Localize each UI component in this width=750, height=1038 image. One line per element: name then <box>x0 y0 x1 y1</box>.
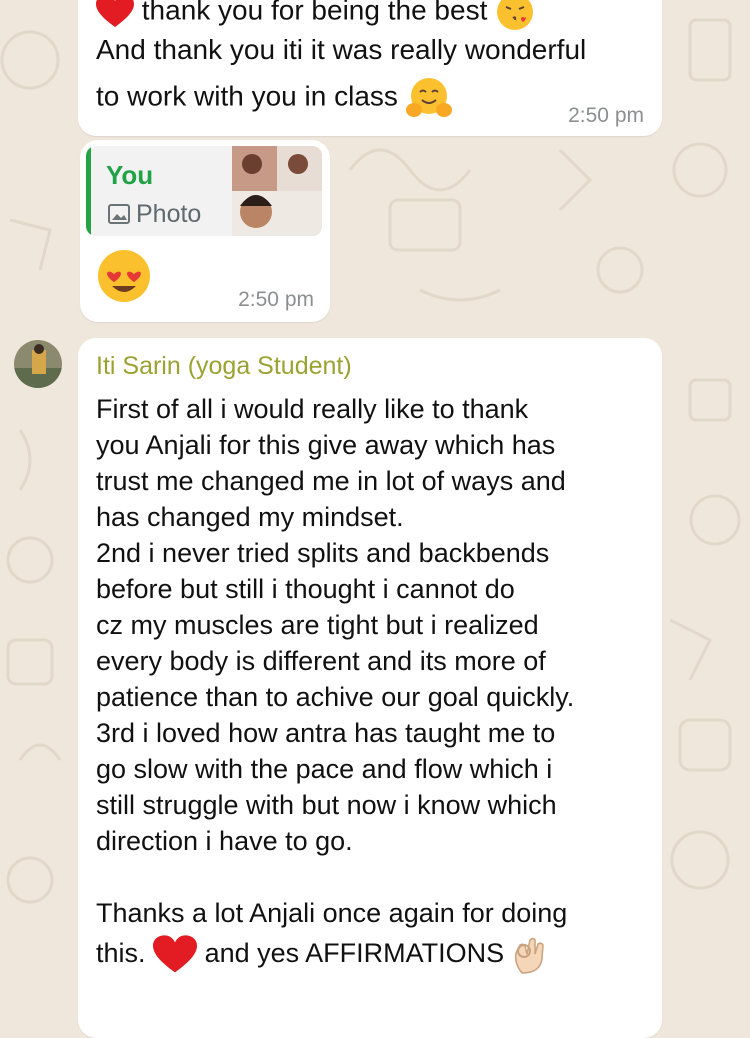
photo-thumbnail[interactable] <box>232 146 322 236</box>
message-bubble-1[interactable]: thank you for being the best And thank y… <box>78 0 662 136</box>
message-3-last-line: this. and yes AFFIRMATIONS <box>96 935 574 979</box>
heart-icon <box>153 935 198 973</box>
ok-hand-icon <box>514 937 544 974</box>
message-3-line: trust me changed me in lot of ways and <box>96 466 566 496</box>
quoted-message[interactable]: You Photo <box>86 146 322 236</box>
message-bubble-3[interactable]: Iti Sarin (yoga Student) First of all i … <box>78 338 662 1038</box>
message-1-text-1: thank you for being the best <box>141 0 488 26</box>
face-blowing-kiss-icon <box>497 0 534 30</box>
message-3-line: still struggle with but now i know which <box>96 790 557 820</box>
message-1-text-3: to work with you in class <box>96 80 398 112</box>
avatar-image <box>14 340 62 388</box>
message-3-line: direction i have to go. <box>96 826 353 856</box>
image-icon <box>108 204 130 224</box>
sender-name: Iti Sarin (yoga Student) <box>96 352 352 380</box>
message-3-line: you Anjali for this give away which has <box>96 430 556 460</box>
message-1-line-2: And thank you iti it was really wonderfu… <box>96 34 587 65</box>
message-bubble-2[interactable]: You Photo 2:50 pm <box>80 140 330 322</box>
message-3-line: has changed my mindset. <box>96 502 404 532</box>
message-3-line: First of all i would really like to than… <box>96 394 529 424</box>
quoted-type-label: Photo <box>136 200 202 228</box>
message-3-line: 2nd i never tried splits and backbends <box>96 538 550 568</box>
message-3-line: patience than to achive our goal quickly… <box>96 682 575 712</box>
message-1-line-3: to work with you in class <box>96 76 452 120</box>
hugging-face-icon <box>405 78 452 117</box>
quote-accent-bar <box>86 146 91 236</box>
quoted-author: You <box>106 160 154 190</box>
message-3-last-text-2: and yes AFFIRMATIONS <box>204 938 505 969</box>
message-3-body: First of all i would really like to than… <box>96 391 574 979</box>
avatar[interactable] <box>14 340 62 388</box>
message-3-line: Thanks a lot Anjali once again for doing <box>96 898 568 928</box>
message-1-timestamp: 2:50 pm <box>568 104 644 127</box>
message-3-last-text-1: this. <box>96 938 146 969</box>
message-2-timestamp: 2:50 pm <box>238 288 314 311</box>
message-1-line-1: thank you for being the best <box>96 0 535 32</box>
message-3-line: go slow with the pace and flow which i <box>96 754 553 784</box>
message-3-line <box>96 859 574 895</box>
message-3-line: before but still i thought i cannot do <box>96 574 515 604</box>
message-3-line: every body is different and its more of <box>96 646 546 676</box>
heart-icon <box>96 0 134 27</box>
message-3-line: 3rd i loved how antra has taught me to <box>96 718 556 748</box>
heart-eyes-emoji-icon <box>98 250 150 302</box>
message-3-line: cz my muscles are tight but i realized <box>96 610 539 640</box>
quoted-type: Photo <box>108 200 201 229</box>
